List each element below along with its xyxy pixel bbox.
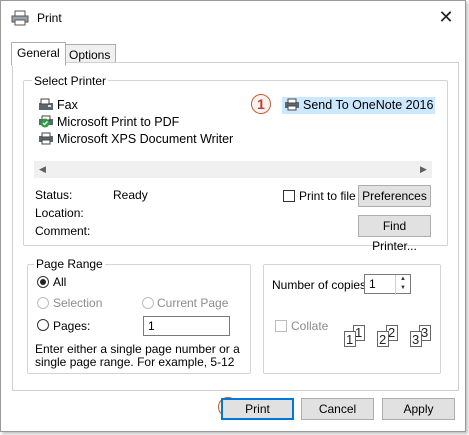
- tab-label: Options: [69, 48, 111, 62]
- copies-spinner[interactable]: ▲ ▼: [395, 275, 410, 295]
- print-to-file-label[interactable]: Print to file: [299, 189, 356, 203]
- collate-preview-icon: 1 1 2 2 3 3: [341, 325, 435, 353]
- location-label: Location:: [35, 206, 84, 220]
- spin-down-icon[interactable]: ▼: [396, 284, 410, 293]
- printer-item-microsoft-xps-document-writer[interactable]: Microsoft XPS Document Writer: [38, 131, 233, 148]
- collate-number: 3: [412, 332, 420, 347]
- collate-number: 1: [346, 332, 354, 347]
- page-range-hint: Enter either a single page number or a s…: [35, 342, 240, 369]
- printer-list[interactable]: Fax Microsoft Print to PDF Microsoft XPS…: [34, 93, 436, 161]
- printer-list-scrollbar[interactable]: ◀ ▶: [34, 161, 432, 178]
- pages-label[interactable]: Pages:: [53, 319, 90, 333]
- printer-name: Microsoft XPS Document Writer: [57, 132, 234, 146]
- fax-icon: [39, 98, 53, 110]
- printer-item-microsoft-print-to-pdf[interactable]: Microsoft Print to PDF: [38, 114, 179, 131]
- status-value: Ready: [113, 188, 148, 202]
- title-bar: Print ✕: [1, 1, 465, 35]
- collate-checkbox[interactable]: [275, 320, 287, 332]
- cancel-button[interactable]: Cancel: [301, 398, 374, 420]
- selection-radio[interactable]: [37, 297, 49, 309]
- printer-name: Fax: [57, 98, 78, 112]
- select-printer-legend: Select Printer: [32, 74, 109, 88]
- selection-label[interactable]: Selection: [53, 296, 102, 310]
- apply-button[interactable]: Apply: [382, 398, 455, 420]
- collate-label[interactable]: Collate: [291, 319, 328, 333]
- all-radio[interactable]: [37, 276, 49, 288]
- printer-item-send-to-onenote-2016[interactable]: Send To OneNote 2016: [282, 97, 436, 114]
- printer-item-fax[interactable]: Fax: [38, 97, 78, 114]
- spin-up-icon[interactable]: ▲: [396, 275, 410, 284]
- printer-default-icon: [39, 115, 53, 128]
- current-page-radio[interactable]: [142, 297, 154, 309]
- pages-input[interactable]: 1: [143, 316, 230, 336]
- close-icon: ✕: [438, 7, 454, 27]
- printer-icon: [39, 132, 53, 145]
- current-page-label[interactable]: Current Page: [157, 296, 228, 310]
- all-label[interactable]: All: [53, 275, 66, 289]
- print-dialog: Print ✕ General Options Select Printer F…: [0, 0, 466, 432]
- tab-general[interactable]: General: [11, 42, 66, 66]
- status-label: Status:: [35, 188, 73, 202]
- number-of-copies-value: 1: [369, 277, 376, 291]
- tab-label: General: [17, 46, 60, 60]
- window-title: Print: [37, 11, 62, 25]
- close-button[interactable]: ✕: [433, 5, 459, 29]
- collate-number: 3: [421, 325, 429, 340]
- printer-name: Microsoft Print to PDF: [57, 115, 180, 129]
- number-of-copies-input[interactable]: 1 ▲ ▼: [364, 274, 411, 295]
- collate-number: 2: [388, 325, 396, 340]
- number-of-copies-label: Number of copies:: [272, 278, 370, 292]
- collate-number: 1: [355, 325, 363, 340]
- comment-label: Comment:: [35, 224, 91, 238]
- pages-radio[interactable]: [37, 319, 49, 331]
- printer-icon: [11, 10, 29, 26]
- find-printer-button[interactable]: Find Printer...: [358, 215, 431, 253]
- print-to-file-checkbox[interactable]: [283, 190, 295, 202]
- preferences-button[interactable]: Preferences: [358, 185, 431, 207]
- scroll-left-icon[interactable]: ◀: [34, 161, 51, 178]
- collate-number: 2: [379, 332, 387, 347]
- printer-name: Send To OneNote 2016: [303, 98, 434, 112]
- scroll-right-icon[interactable]: ▶: [415, 161, 432, 178]
- print-button[interactable]: Print: [221, 398, 294, 420]
- printer-icon: [285, 98, 299, 111]
- page-range-legend: Page Range: [34, 257, 105, 271]
- annotation-badge-1: 1: [251, 94, 271, 114]
